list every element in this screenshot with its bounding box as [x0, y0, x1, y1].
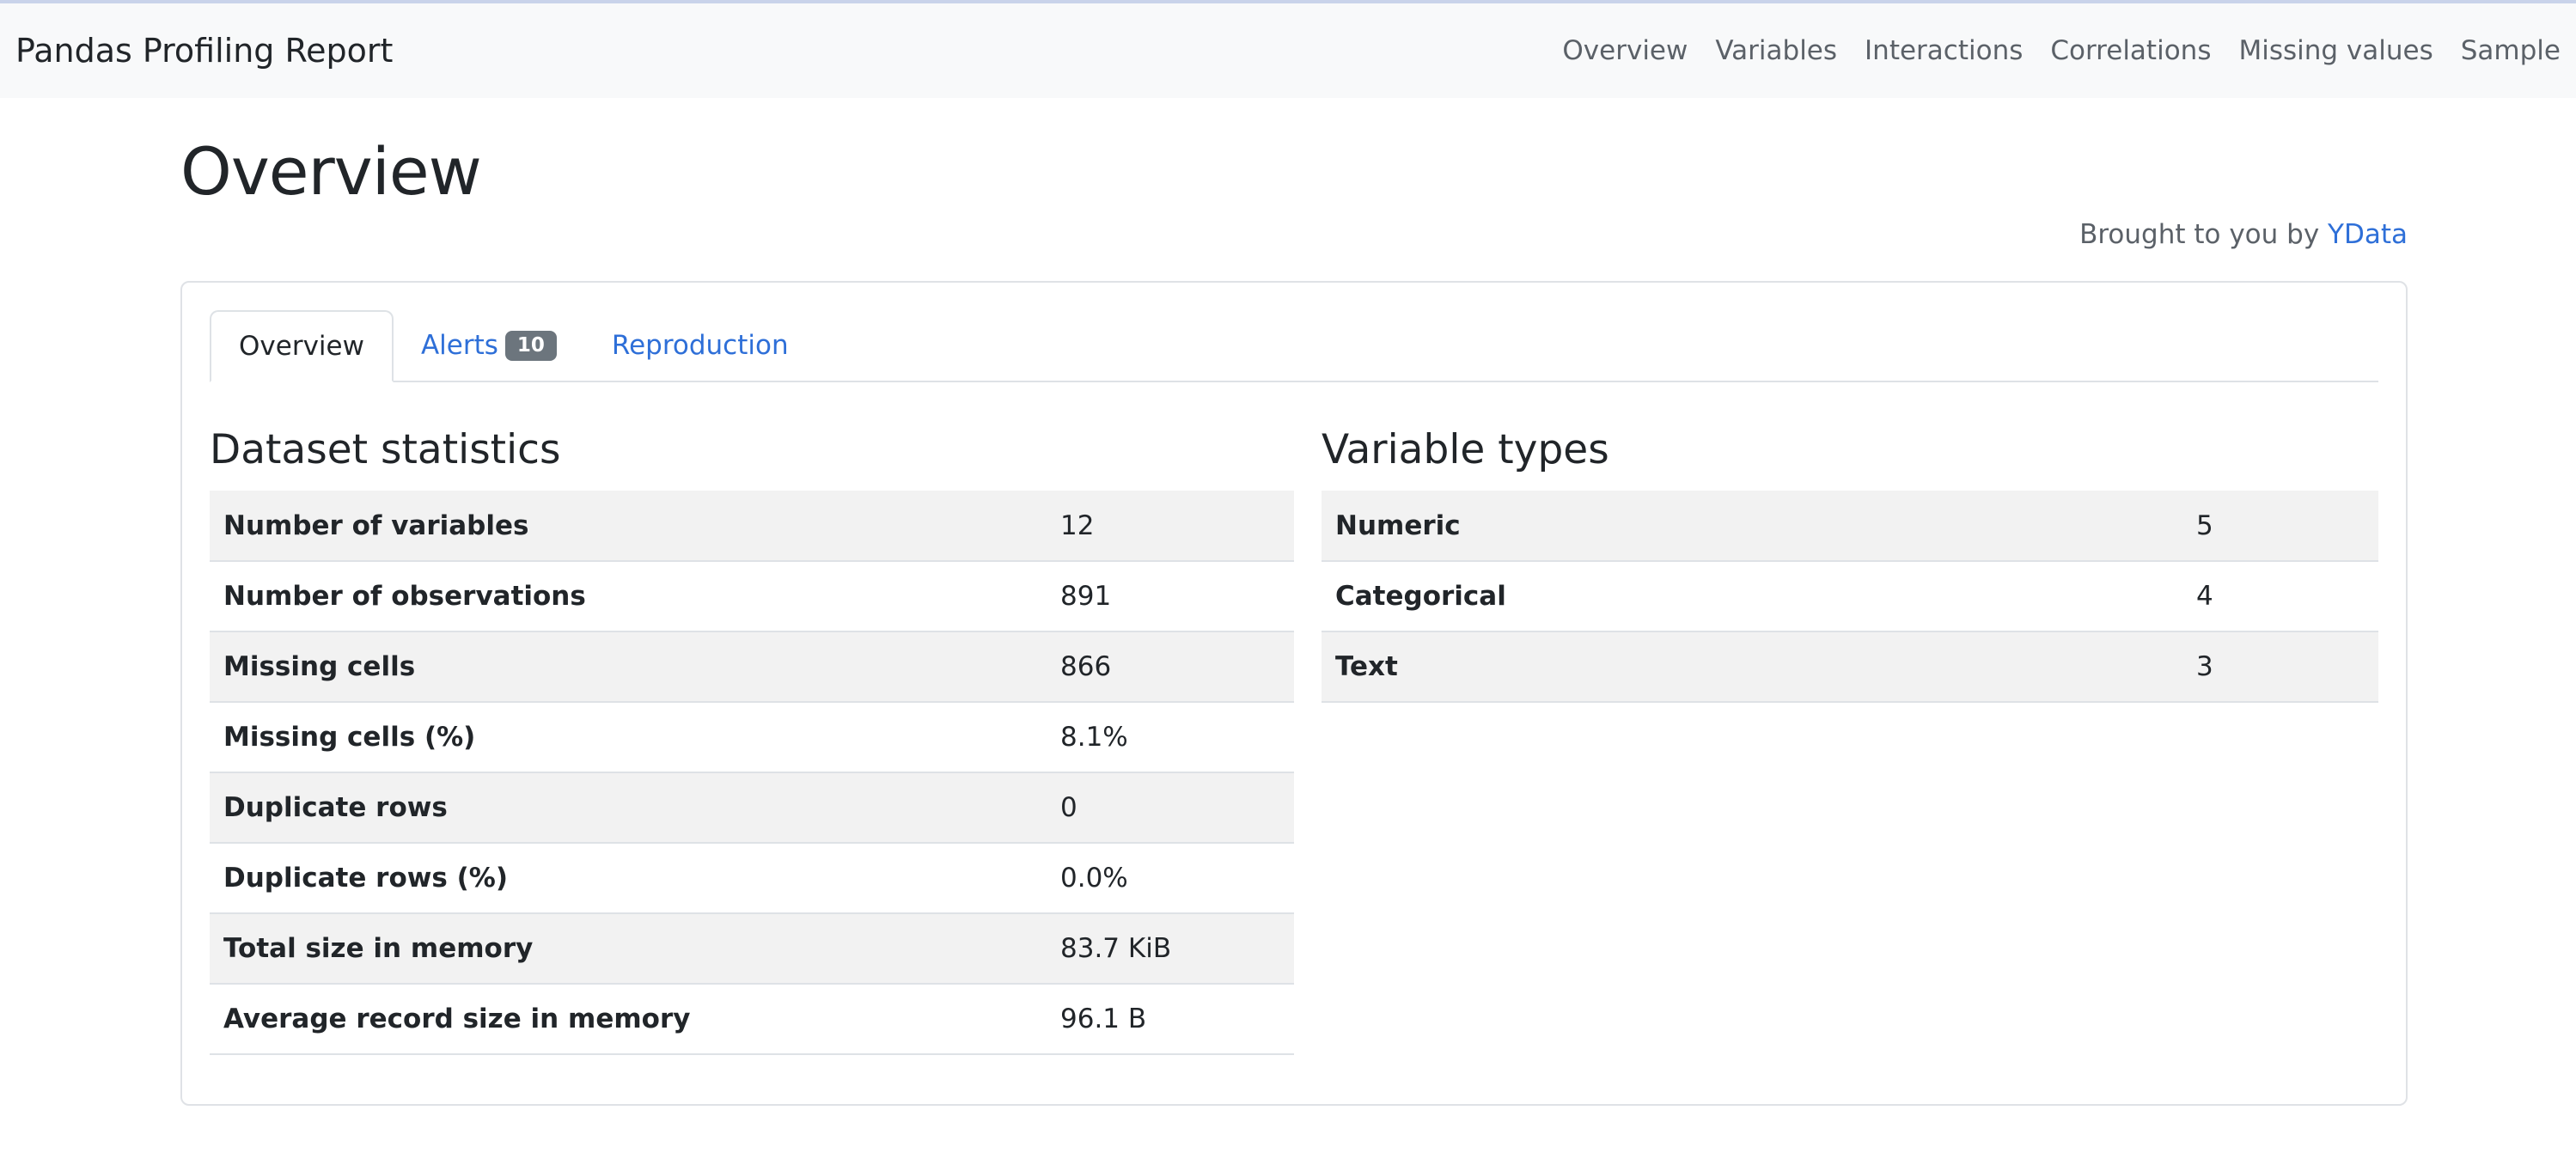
table-row: Numeric 5	[1322, 491, 2378, 562]
nav-link-variables[interactable]: Variables	[1701, 35, 1851, 66]
table-row: Duplicate rows 0	[210, 772, 1294, 844]
stat-label: Number of observations	[223, 581, 586, 613]
dataset-statistics-title: Dataset statistics	[210, 426, 561, 474]
table-row: Total size in memory 83.7 KiB	[210, 913, 1294, 985]
type-value: 4	[2196, 581, 2213, 613]
tab-bar: Overview Alerts 10 Reproduction	[210, 310, 2378, 383]
stat-label: Missing cells (%)	[223, 722, 476, 753]
stat-value: 891	[1060, 581, 1112, 613]
tab-alerts-label: Alerts	[420, 330, 498, 362]
nav-link-overview[interactable]: Overview	[1548, 35, 1701, 66]
stat-value: 866	[1060, 651, 1112, 683]
type-value: 3	[2196, 651, 2213, 683]
stat-label: Total size in memory	[223, 933, 534, 965]
stat-value: 96.1 B	[1060, 1004, 1147, 1035]
nav-link-correlations[interactable]: Correlations	[2036, 35, 2225, 66]
table-row: Text 3	[1322, 631, 2378, 703]
stat-label: Duplicate rows	[223, 792, 448, 824]
nav-link-sample[interactable]: Sample	[2447, 35, 2561, 66]
variable-types-table: Numeric 5 Categorical 4 Text 3	[1322, 491, 2378, 703]
table-row: Number of variables 12	[210, 491, 1294, 562]
nav-link-missing-values[interactable]: Missing values	[2225, 35, 2446, 66]
dataset-statistics-table: Number of variables 12 Number of observa…	[210, 491, 1294, 1055]
ydata-link[interactable]: YData	[2328, 219, 2408, 250]
stat-label: Duplicate rows (%)	[223, 863, 509, 894]
variable-types-title: Variable types	[1322, 426, 1609, 474]
type-label: Text	[1335, 651, 1398, 683]
stat-value: 0	[1060, 792, 1077, 824]
stat-value: 0.0%	[1060, 863, 1128, 894]
table-row: Average record size in memory 96.1 B	[210, 984, 1294, 1055]
dataset-statistics-section: Dataset statistics Number of variables 1…	[210, 425, 1294, 1055]
table-row: Duplicate rows (%) 0.0%	[210, 843, 1294, 914]
type-label: Categorical	[1335, 581, 1506, 613]
stat-value: 12	[1060, 509, 1095, 541]
variable-types-section: Variable types Numeric 5 Categorical 4 T…	[1322, 425, 2378, 1055]
table-row: Missing cells (%) 8.1%	[210, 702, 1294, 773]
credit-prefix: Brought to you by	[2079, 219, 2329, 251]
stat-value: 8.1%	[1060, 722, 1128, 753]
credit-line: Brought to you by YData	[180, 219, 2408, 257]
overview-columns: Dataset statistics Number of variables 1…	[210, 425, 2378, 1055]
overview-card: Overview Alerts 10 Reproduction Dataset …	[180, 281, 2408, 1107]
main-container: Overview Brought to you by YData Overvie…	[180, 98, 2408, 1107]
table-row: Missing cells 866	[210, 631, 1294, 703]
tab-alerts[interactable]: Alerts 10	[394, 310, 584, 381]
alerts-count-badge: 10	[504, 330, 557, 361]
stat-label: Missing cells	[223, 651, 416, 683]
tab-overview[interactable]: Overview	[210, 310, 394, 383]
stat-value: 83.7 KiB	[1060, 933, 1172, 965]
type-label: Numeric	[1335, 509, 1461, 541]
stat-label: Average record size in memory	[223, 1004, 691, 1035]
page-title: Overview	[180, 133, 482, 210]
table-row: Categorical 4	[1322, 561, 2378, 632]
nav-link-interactions[interactable]: Interactions	[1851, 35, 2036, 66]
navbar: Pandas Profiling Report Overview Variabl…	[0, 3, 2576, 98]
tab-reproduction[interactable]: Reproduction	[584, 310, 816, 381]
nav-links: Overview Variables Interactions Correlat…	[1548, 35, 2561, 66]
stat-label: Number of variables	[223, 509, 529, 541]
brand-title[interactable]: Pandas Profiling Report	[15, 32, 393, 70]
table-row: Number of observations 891	[210, 561, 1294, 632]
type-value: 5	[2196, 509, 2213, 541]
